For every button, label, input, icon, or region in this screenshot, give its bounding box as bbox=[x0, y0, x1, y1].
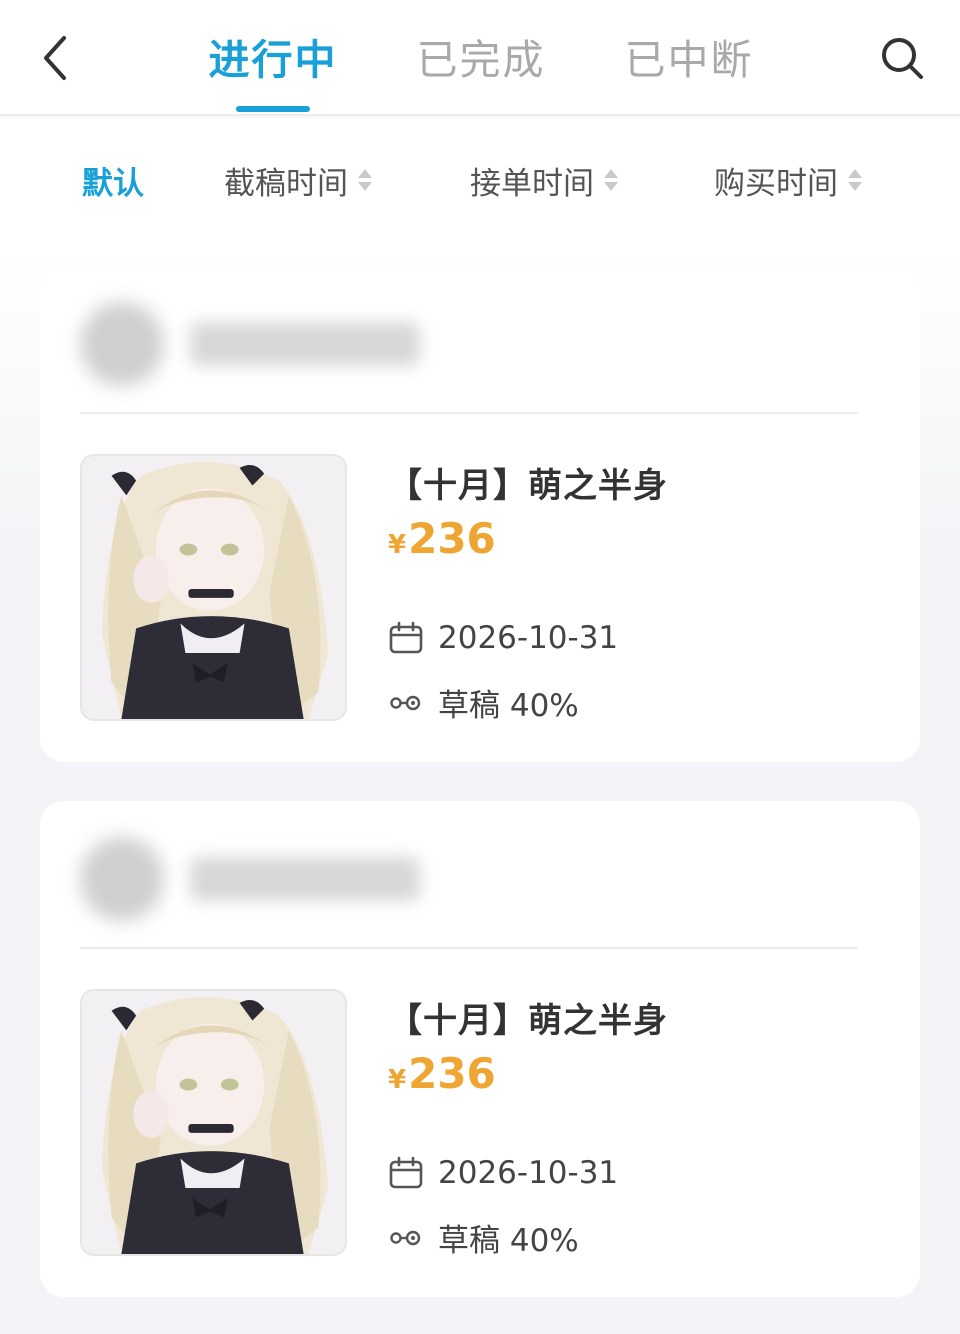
price-currency: ¥ bbox=[388, 1065, 407, 1095]
price-amount: 236 bbox=[408, 514, 496, 563]
calendar-icon bbox=[388, 620, 424, 656]
tab-in-progress[interactable]: 进行中 bbox=[208, 32, 338, 88]
artwork-image bbox=[82, 456, 345, 719]
divider bbox=[80, 947, 858, 949]
price: ¥ 236 bbox=[388, 1049, 496, 1098]
product-title[interactable]: 【十月】萌之半身 bbox=[388, 458, 668, 507]
progress-row: 草稿 40% bbox=[388, 680, 579, 725]
price-currency: ¥ bbox=[388, 530, 407, 560]
calendar-icon bbox=[388, 1155, 424, 1191]
chevron-left-icon bbox=[44, 36, 66, 80]
sort-accept-time[interactable]: 接单时间 bbox=[470, 158, 618, 202]
deadline-row: 2026-10-31 bbox=[388, 620, 618, 656]
seller-avatar[interactable] bbox=[80, 837, 164, 921]
tab-interrupted[interactable]: 已中断 bbox=[624, 32, 754, 88]
order-card[interactable]: 【十月】萌之半身 ¥ 236 2026-10-31 草稿 40% bbox=[40, 266, 920, 762]
tab-completed[interactable]: 已完成 bbox=[416, 32, 546, 88]
product-title[interactable]: 【十月】萌之半身 bbox=[388, 993, 668, 1042]
seller-avatar[interactable] bbox=[80, 302, 164, 386]
top-navigation-bar: 进行中 已完成 已中断 bbox=[0, 0, 960, 116]
sort-purchase-time-label: 购买时间 bbox=[714, 165, 838, 202]
sort-deadline[interactable]: 截稿时间 bbox=[224, 158, 372, 202]
back-button[interactable] bbox=[30, 30, 80, 86]
active-tab-indicator bbox=[236, 106, 310, 112]
progress-status: 草稿 40% bbox=[438, 688, 579, 724]
sort-bar: 默认 截稿时间 接单时间 购买时间 bbox=[0, 118, 960, 248]
sort-purchase-time[interactable]: 购买时间 bbox=[714, 158, 862, 202]
stage-link-icon bbox=[388, 1220, 424, 1256]
sort-default[interactable]: 默认 bbox=[82, 158, 144, 202]
stage-link-icon bbox=[388, 685, 424, 721]
deadline-date: 2026-10-31 bbox=[438, 1155, 619, 1191]
search-button[interactable] bbox=[874, 30, 930, 86]
product-thumbnail[interactable] bbox=[80, 989, 347, 1256]
sort-deadline-label: 截稿时间 bbox=[224, 165, 348, 202]
sort-default-label: 默认 bbox=[82, 165, 144, 202]
sort-arrows-icon bbox=[358, 169, 372, 191]
progress-row: 草稿 40% bbox=[388, 1215, 579, 1260]
deadline-date: 2026-10-31 bbox=[438, 620, 619, 656]
order-card[interactable]: 【十月】萌之半身 ¥ 236 2026-10-31 草稿 40% bbox=[40, 801, 920, 1297]
price-amount: 236 bbox=[408, 1049, 496, 1098]
seller-name-blurred[interactable] bbox=[190, 322, 420, 366]
divider bbox=[80, 412, 858, 414]
progress-status: 草稿 40% bbox=[438, 1223, 579, 1259]
sort-arrows-icon bbox=[604, 169, 618, 191]
seller-name-blurred[interactable] bbox=[190, 857, 420, 901]
artwork-image bbox=[82, 991, 345, 1254]
product-thumbnail[interactable] bbox=[80, 454, 347, 721]
sort-arrows-icon bbox=[848, 169, 862, 191]
price: ¥ 236 bbox=[388, 514, 496, 563]
sort-accept-time-label: 接单时间 bbox=[470, 165, 594, 202]
deadline-row: 2026-10-31 bbox=[388, 1155, 618, 1191]
search-icon bbox=[882, 38, 923, 79]
